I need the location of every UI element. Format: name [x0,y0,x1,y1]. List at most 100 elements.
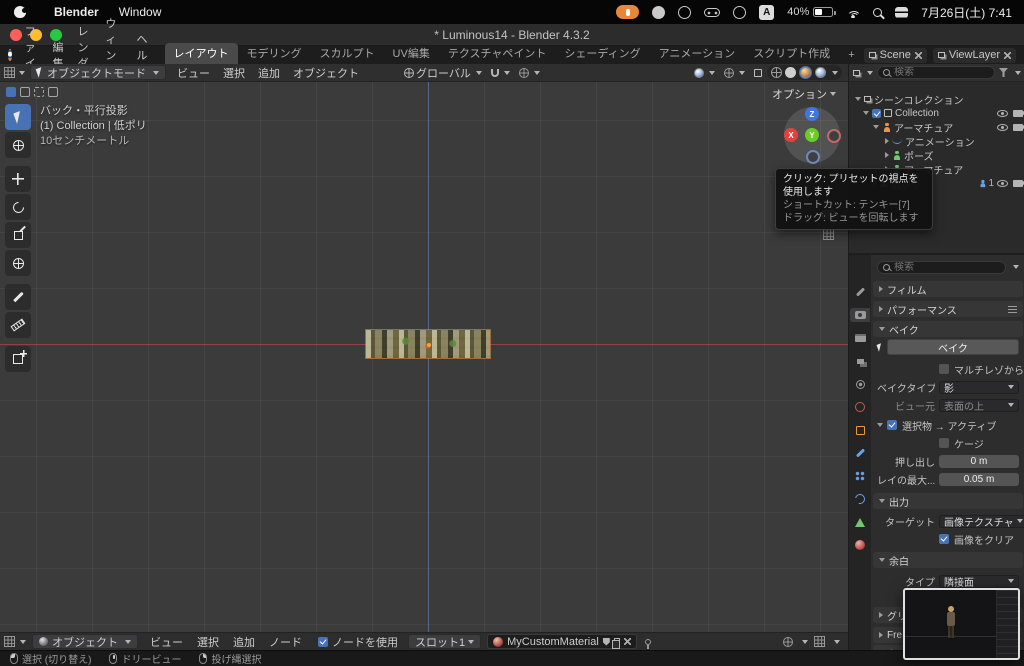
shader-id-type-selector[interactable]: オブジェクト [32,634,138,649]
unlink-view-layer-icon[interactable] [1004,52,1011,59]
cage-checkbox[interactable]: ケージ [939,436,984,451]
cursor-tool[interactable] [5,132,31,158]
apple-logo-icon[interactable] [14,6,26,18]
slot-selector[interactable]: スロット1 [408,634,481,649]
select-subtract-icon[interactable] [34,87,44,97]
section-margin[interactable]: 余白 [873,552,1023,568]
game-controller-icon[interactable] [704,8,720,17]
properties-filter-caret[interactable] [1013,265,1019,269]
section-bake[interactable]: ベイク [873,321,1023,337]
unlink-material-icon[interactable] [624,638,631,645]
control-center-icon[interactable] [895,7,908,18]
unlink-scene-icon[interactable] [915,52,922,59]
menu-view[interactable]: ビュー [171,65,216,81]
scale-tool[interactable] [5,222,31,248]
material-name-field[interactable]: MyCustomMaterial [487,634,637,649]
move-tool[interactable] [5,166,31,192]
gizmo-z-axis-negative[interactable] [806,150,820,164]
tab-shading[interactable]: シェーディング [555,43,649,64]
show-overlays-toggle[interactable] [720,68,749,78]
fake-user-icon[interactable] [603,638,610,646]
section-performance[interactable]: パフォーマンス [873,301,1023,317]
disable-in-render-icon[interactable] [1013,180,1023,187]
section-film[interactable]: フィルム [873,281,1023,297]
selected-to-active-checkbox[interactable]: 選択物 → アクティブ [887,418,996,433]
navigation-gizmo[interactable]: Z X Y [784,107,840,163]
properties-tab-view-layer[interactable] [850,354,870,368]
select-intersect-icon[interactable] [48,87,58,97]
extrusion-field[interactable]: 0 m [939,455,1019,468]
tab-sculpting[interactable]: スカルプト [311,43,384,64]
gizmo-x-axis[interactable]: X [784,128,798,142]
properties-tab-world[interactable] [850,400,870,414]
shader-snap-caret[interactable] [834,640,840,644]
rotate-tool[interactable] [5,194,31,220]
panel-menu-icon[interactable] [1008,306,1017,313]
select-box-tool[interactable] [5,104,31,130]
transform-orientation-selector[interactable]: グローバル [400,65,486,81]
shader-menu-view[interactable]: ビュー [144,634,189,650]
menu-select[interactable]: 選択 [217,65,251,81]
floating-preview-window[interactable] [903,588,1020,660]
properties-tab-particles[interactable] [850,469,870,483]
properties-tab-physics[interactable] [850,492,870,506]
section-output[interactable]: 出力 [873,493,1023,509]
transform-tool[interactable] [5,250,31,276]
hide-in-viewport-icon[interactable] [997,110,1008,117]
outliner-editor-icon[interactable] [853,70,860,76]
disable-in-render-icon[interactable] [1013,110,1023,117]
annotate-tool[interactable] [5,284,31,310]
properties-search-input[interactable] [894,262,1000,273]
properties-tab-object[interactable] [850,423,870,437]
battery-indicator[interactable]: 40% [787,6,833,18]
measure-tool[interactable] [5,312,31,338]
mode-selector[interactable]: オブジェクトモード [30,65,166,80]
app-status-icon[interactable] [678,6,691,19]
gizmo-y-axis[interactable]: Y [805,128,819,142]
shader-menu-node[interactable]: ノード [263,634,308,650]
use-nodes-checkbox[interactable]: ノードを使用 [318,634,398,650]
view-layer-selector[interactable]: ViewLayer [933,48,1016,63]
tab-layout[interactable]: レイアウト [165,43,238,64]
hide-in-viewport-icon[interactable] [997,124,1008,131]
properties-tab-output[interactable] [850,331,870,345]
input-source-icon[interactable]: A [759,5,774,20]
add-workspace-button[interactable]: + [839,47,863,64]
outliner-row-collection[interactable]: Collection [849,106,1024,120]
viewport-3d[interactable]: バック・平行投影 (1) Collection | 低ポリ 10センチメートル … [0,82,848,632]
menu-add[interactable]: 追加 [252,65,286,81]
blender-logo-icon[interactable] [8,49,12,61]
gizmo-z-axis[interactable]: Z [805,107,819,121]
margin-type-dropdown[interactable]: 隣接面 [939,575,1019,588]
duplicate-material-icon[interactable] [614,638,620,645]
outliner-search[interactable] [877,66,995,79]
tab-animation[interactable]: アニメーション [650,43,745,64]
outliner-search-input[interactable] [894,67,989,78]
shader-snap-icon[interactable] [814,636,825,647]
tab-scripting[interactable]: スクリプト作成 [744,43,839,64]
clear-image-checkbox[interactable]: 画像をクリア [939,532,1014,547]
outliner-row-scene-collection[interactable]: シーンコレクション [849,92,1024,106]
ortho-grid-icon[interactable] [823,229,834,240]
hide-in-viewport-icon[interactable] [997,180,1008,187]
microphone-indicator-icon[interactable] [616,5,639,19]
shader-menu-add[interactable]: 追加 [227,634,261,650]
show-gizmo-toggle[interactable] [690,68,719,78]
bluetooth-icon[interactable] [733,6,746,19]
solid-shading-icon[interactable] [785,67,796,78]
proportional-editing-toggle[interactable] [515,68,544,78]
snap-toggle[interactable] [487,69,514,77]
outliner-row-pose[interactable]: ポーズ [849,148,1024,162]
target-dropdown[interactable]: 画像テクスチャ [939,515,1024,528]
pin-icon[interactable] [645,639,651,645]
tab-uv-editing[interactable]: UV編集 [384,43,439,64]
outliner-row-animation[interactable]: アニメーション [849,134,1024,148]
tab-texture-paint[interactable]: テクスチャペイント [439,43,556,64]
wifi-icon[interactable] [846,7,860,18]
max-ray-field[interactable]: 0.05 m [939,473,1019,486]
shader-overlay-caret[interactable] [802,640,808,644]
filter-icon[interactable] [999,68,1008,77]
shader-menu-select[interactable]: 選択 [191,634,225,650]
gizmo-x-axis-negative[interactable] [827,129,841,143]
menu-object[interactable]: オブジェクト [287,65,365,81]
